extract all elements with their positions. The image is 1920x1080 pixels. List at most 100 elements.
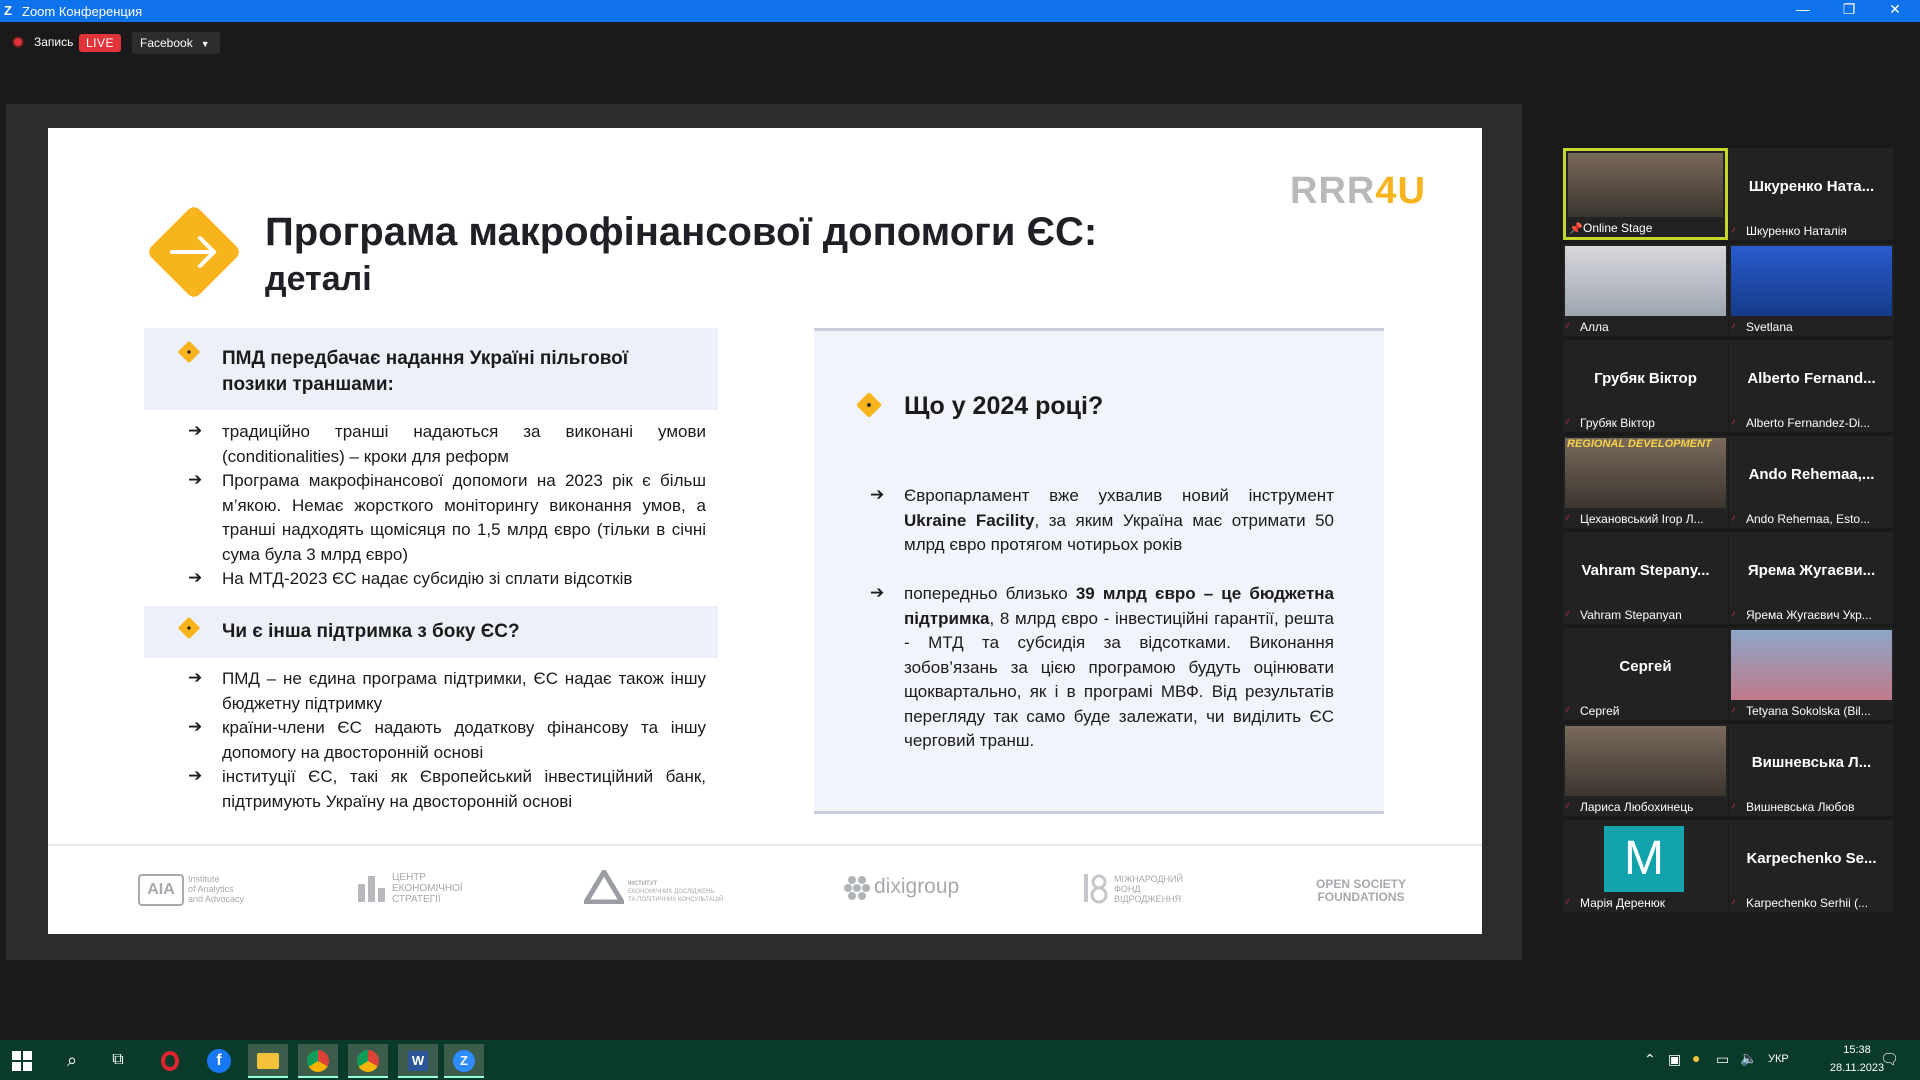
tray-chevron-up-icon[interactable]: ⌃ [1644, 1051, 1656, 1068]
volume-icon[interactable]: 🔈 [1740, 1050, 1757, 1067]
language-indicator[interactable]: УКР [1768, 1053, 1789, 1065]
section2-item: ПМД – не єдина програма підтримки, ЄС на… [222, 669, 706, 713]
mic-muted-icon: ⁄ [1732, 514, 1734, 526]
arrow-bullet-icon: ➔ [188, 568, 203, 587]
live-badge[interactable]: LIVE [79, 34, 122, 52]
participant-name: Ярема Жугаєви... [1747, 562, 1876, 579]
windows-start-icon[interactable] [12, 1051, 32, 1071]
participant-name: Шкуренко Ната... [1748, 178, 1875, 195]
arrow-bullet-icon: ➔ [188, 470, 203, 489]
opera-icon[interactable] [150, 1044, 190, 1076]
participant-tile[interactable]: ⁄ Лариса Любохинець [1563, 724, 1728, 816]
participant-label-text: Vahram Stepanyan [1580, 608, 1682, 622]
participant-label-text: Грубяк Віктор [1580, 416, 1655, 430]
arrow-diamond-icon [149, 207, 239, 297]
participant-label-text: Ando Rehemaa, Esto... [1746, 512, 1871, 526]
network-icon[interactable]: ▭ [1716, 1051, 1729, 1068]
mic-muted-icon: ⁄ [1732, 898, 1734, 910]
participant-tile[interactable]: 📌Online Stage [1563, 148, 1728, 240]
participant-label: ⁄ Tetyana Sokolska (Bil... [1732, 704, 1891, 718]
participant-tile[interactable]: Karpechenko Se... ⁄ Karpechenko Serhii (..… [1729, 820, 1894, 912]
participant-label-text: Цехановський Ігор Л... [1580, 512, 1704, 526]
bar-chart-icon [358, 876, 385, 902]
mic-muted-icon: ⁄ [1566, 322, 1568, 334]
arrow-bullet-icon: ➔ [188, 668, 203, 687]
mic-muted-icon: ⁄ [1732, 322, 1734, 334]
mic-muted-icon: ⁄ [1732, 706, 1734, 718]
tray-app-icon[interactable]: ▣ [1668, 1051, 1681, 1068]
close-button[interactable]: ✕ [1880, 1, 1910, 18]
chrome-icon[interactable] [298, 1044, 338, 1078]
participant-label-text: Вишневська Любов [1746, 800, 1855, 814]
tray-security-icon[interactable]: ● [1692, 1050, 1700, 1066]
participant-label-text: Алла [1580, 320, 1609, 334]
record-label[interactable]: Запись [34, 35, 73, 49]
participant-label-text: Svetlana [1746, 320, 1793, 334]
participant-label: ⁄ Сергей [1566, 704, 1725, 718]
participant-tile[interactable]: Шкуренко Ната... ⁄ Шкуренко Наталія [1729, 148, 1894, 240]
diamond-bullet-icon [178, 617, 200, 639]
arrow-bullet-icon: ➔ [188, 421, 203, 440]
task-view-icon[interactable]: ⧉ [98, 1044, 138, 1076]
participant-label-text: Karpechenko Serhii (... [1746, 896, 1869, 910]
chevron-down-icon: ▼ [200, 39, 210, 49]
slide-title: Програма макрофінансової допомоги ЄС: [265, 210, 1098, 254]
participant-label: ⁄ Ando Rehemaa, Esto... [1732, 512, 1891, 526]
participant-label-text: Tetyana Sokolska (Bil... [1746, 704, 1871, 718]
restore-button[interactable]: ❐ [1834, 1, 1864, 18]
participant-tile[interactable]: ⁄ Алла [1563, 244, 1728, 336]
mic-muted-icon: ⁄ [1732, 802, 1734, 814]
participant-label: ⁄ Alberto Fernandez-Di... [1732, 416, 1891, 430]
zoom-taskbar-icon[interactable]: Z [444, 1044, 484, 1078]
participant-tile[interactable]: Сергей ⁄ Сергей [1563, 628, 1728, 720]
participant-tile[interactable]: Вишневська Л... ⁄ Вишневська Любов [1729, 724, 1894, 816]
right-panel-title: Що у 2024 році? [904, 392, 1104, 420]
mic-muted-icon: ⁄ [1566, 898, 1568, 910]
participant-label-text: Шкуренко Наталія [1746, 224, 1847, 238]
participant-tile[interactable]: M ⁄ Марія Деренюк [1563, 820, 1728, 912]
participant-tile[interactable]: Ярема Жугаєви... ⁄ Ярема Жугаєвич Укр... [1729, 532, 1894, 624]
participant-tile[interactable]: Ando Rehemaa,... ⁄ Ando Rehemaa, Esto... [1729, 436, 1894, 528]
stream-target-dropdown[interactable]: Facebook ▼ [132, 32, 220, 54]
participant-tile[interactable]: Vahram Stepany... ⁄ Vahram Stepanyan [1563, 532, 1728, 624]
arrow-bullet-icon: ➔ [870, 583, 885, 602]
stream-target-label: Facebook [140, 36, 193, 50]
diamond-bullet-icon [856, 392, 882, 418]
word-icon[interactable]: W [398, 1044, 438, 1078]
record-icon[interactable] [12, 36, 24, 48]
participant-label: ⁄ Ярема Жугаєвич Укр... [1732, 608, 1891, 622]
meeting-topbar: Запись LIVE Facebook ▼ [0, 22, 1920, 62]
participant-label: ⁄ Svetlana [1732, 320, 1891, 334]
participant-tile[interactable]: ⁄ Svetlana [1729, 244, 1894, 336]
arrow-bullet-icon: ➔ [870, 485, 885, 504]
participant-tile[interactable]: REGIONAL DEVELOPMENT ⁄ Цехановський Ігор Л… [1563, 436, 1728, 528]
file-explorer-icon[interactable] [248, 1044, 288, 1078]
mic-muted-icon: ⁄ [1566, 802, 1568, 814]
arrow-bullet-icon: ➔ [188, 717, 203, 736]
notifications-icon[interactable]: 🗨 [1880, 1050, 1899, 1068]
chrome-profile-icon[interactable] [348, 1044, 388, 1078]
participant-tile[interactable]: Грубяк Віктор ⁄ Грубяк Віктор [1563, 340, 1728, 432]
pin-icon: 📌 [1569, 223, 1583, 235]
participant-name: Ando Rehemaa,... [1748, 466, 1875, 483]
presentation-slide: Програма макрофінансової допомоги ЄС: де… [48, 128, 1482, 934]
participant-label-text: Лариса Любохинець [1580, 800, 1694, 814]
participant-label: ⁄ Марія Деренюк [1566, 896, 1725, 910]
participant-name: Alberto Fernand... [1747, 370, 1876, 387]
section1-item: Програма макрофінансової допомоги на 202… [222, 471, 706, 564]
mic-muted-icon: ⁄ [1732, 226, 1734, 238]
participant-label: ⁄ Алла [1566, 320, 1725, 334]
facebook-icon[interactable]: f [199, 1044, 239, 1076]
section2-item: країни-члени ЄС надають додаткову фінанс… [222, 718, 706, 762]
participant-label: ⁄ Шкуренко Наталія [1732, 224, 1891, 238]
arrow-bullet-icon: ➔ [188, 766, 203, 785]
video-caption: REGIONAL DEVELOPMENT [1567, 438, 1712, 450]
participant-tile[interactable]: ⁄ Tetyana Sokolska (Bil... [1729, 628, 1894, 720]
participant-tile[interactable]: Alberto Fernand... ⁄ Alberto Fernandez-Di.… [1729, 340, 1894, 432]
search-icon[interactable]: ⌕ [52, 1044, 92, 1076]
minimize-button[interactable]: — [1788, 1, 1818, 17]
participant-video [1568, 153, 1723, 217]
participant-video [1565, 726, 1726, 796]
avatar: M [1604, 826, 1684, 892]
participant-label: ⁄ Грубяк Віктор [1566, 416, 1725, 430]
